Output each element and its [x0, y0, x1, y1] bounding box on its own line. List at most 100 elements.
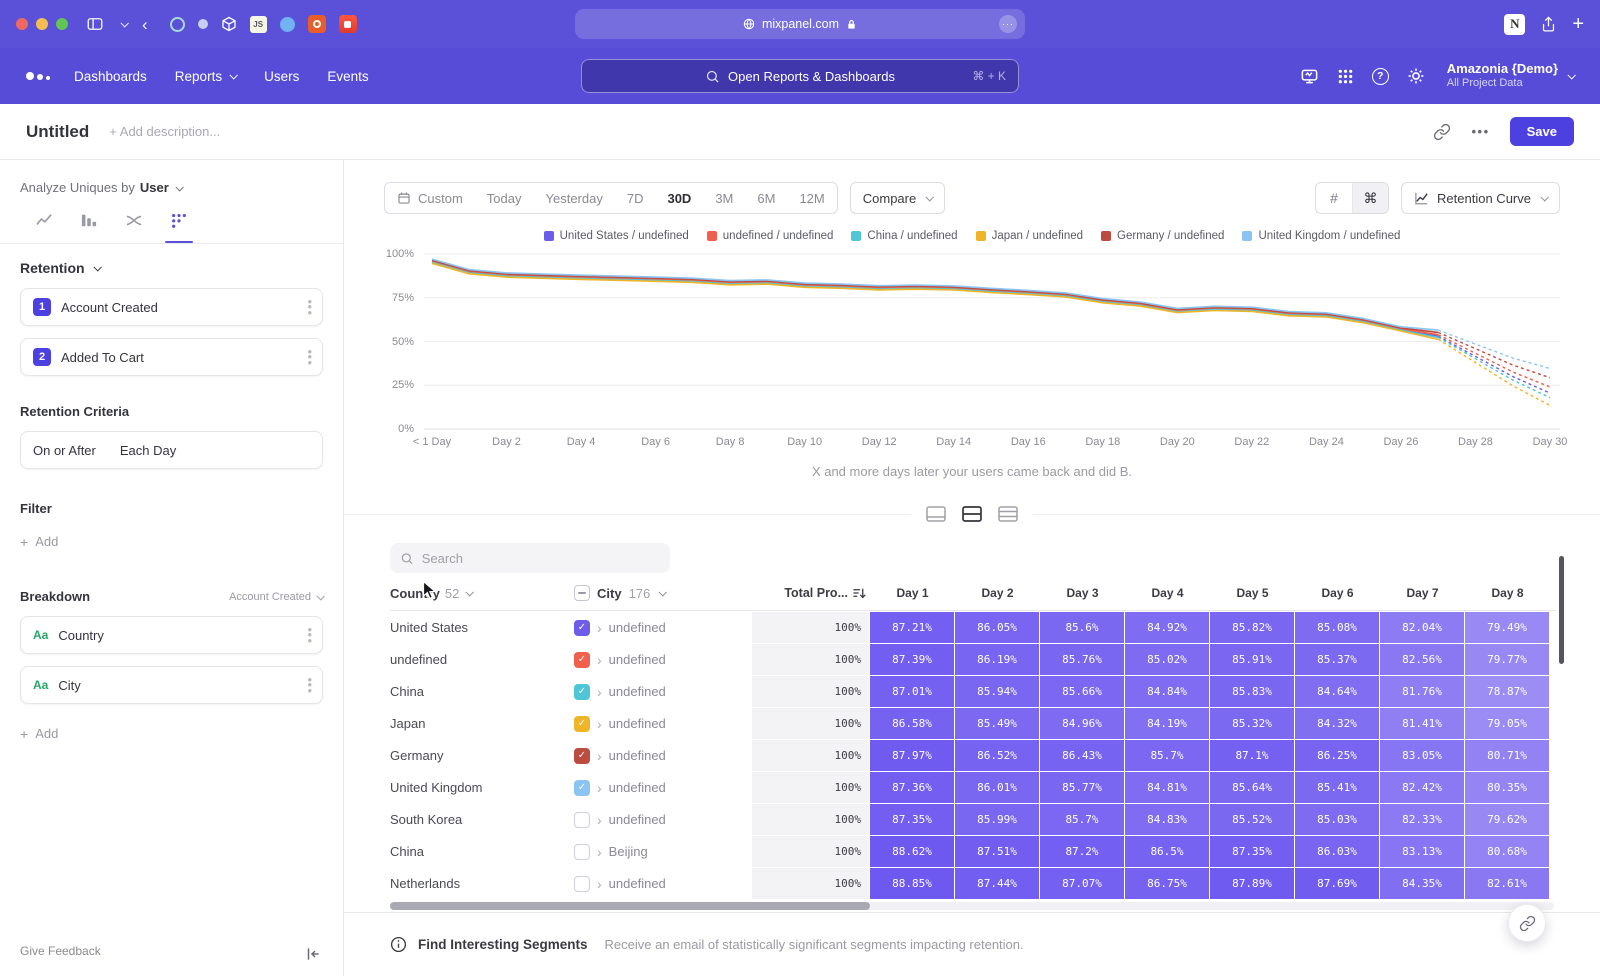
retention-day-cell[interactable]: 79.77% — [1465, 644, 1549, 675]
tab-insights-icon[interactable] — [34, 211, 54, 229]
table-row[interactable]: South Korea›undefined100%87.35%85.99%85.… — [390, 804, 1600, 835]
retention-day-cell[interactable]: 86.05% — [955, 612, 1039, 643]
date-range-today[interactable]: Today — [475, 183, 534, 213]
retention-day-cell[interactable]: 82.61% — [1465, 868, 1549, 899]
retention-day-cell[interactable]: 85.02% — [1125, 644, 1209, 675]
breakdown-item-country[interactable]: Aa Country ••• — [20, 616, 323, 654]
horizontal-scrollbar[interactable] — [390, 902, 1554, 910]
legend-item[interactable]: undefined / undefined — [707, 230, 834, 242]
row-checkbox[interactable]: ✓ — [574, 620, 590, 636]
retention-day-cell[interactable]: 84.83% — [1125, 804, 1209, 835]
retention-day-cell[interactable]: 87.2% — [1040, 836, 1124, 867]
expand-row-chevron[interactable]: › — [597, 877, 602, 891]
retention-day-cell[interactable]: 84.84% — [1125, 676, 1209, 707]
extension-icon[interactable] — [170, 17, 185, 32]
retention-day-cell[interactable]: 85.83% — [1210, 676, 1294, 707]
view-table-only-icon[interactable] — [998, 506, 1018, 522]
retention-day-cell[interactable]: 85.32% — [1210, 708, 1294, 739]
day-column-header[interactable]: Day 1 — [870, 586, 955, 600]
breakdown-options-icon[interactable]: ••• — [307, 677, 312, 693]
add-breakdown-button[interactable]: + Add — [20, 726, 323, 741]
url-more-icon[interactable]: ··· — [999, 15, 1017, 33]
retention-day-cell[interactable]: 87.44% — [955, 868, 1039, 899]
retention-day-cell[interactable]: 85.08% — [1295, 612, 1379, 643]
date-range-12m[interactable]: 12M — [787, 183, 836, 213]
retention-day-cell[interactable]: 86.58% — [870, 708, 954, 739]
table-row[interactable]: China✓›undefined100%87.01%85.94%85.66%84… — [390, 676, 1600, 707]
breakdown-item-city[interactable]: Aa City ••• — [20, 666, 323, 704]
table-row[interactable]: undefined✓›undefined100%87.39%86.19%85.7… — [390, 644, 1600, 675]
page-title[interactable]: Untitled — [26, 122, 89, 142]
table-row[interactable]: United States✓›undefined100%87.21%86.05%… — [390, 612, 1600, 643]
table-row[interactable]: China›Beijing100%88.62%87.51%87.2%86.5%8… — [390, 836, 1600, 867]
retention-day-cell[interactable]: 78.87% — [1465, 676, 1549, 707]
retention-day-cell[interactable]: 85.77% — [1040, 772, 1124, 803]
share-link-floating-button[interactable] — [1508, 904, 1546, 942]
retention-day-cell[interactable]: 84.81% — [1125, 772, 1209, 803]
retention-day-cell[interactable]: 81.41% — [1380, 708, 1464, 739]
date-range-custom[interactable]: Custom — [385, 183, 475, 213]
retention-day-cell[interactable]: 87.36% — [870, 772, 954, 803]
address-bar[interactable]: mixpanel.com ··· — [575, 9, 1025, 39]
retention-day-cell[interactable]: 87.97% — [870, 740, 954, 771]
retention-day-cell[interactable]: 85.6% — [1040, 612, 1124, 643]
retention-day-cell[interactable]: 82.56% — [1380, 644, 1464, 675]
retention-day-cell[interactable]: 85.99% — [955, 804, 1039, 835]
date-range-3m[interactable]: 3M — [703, 183, 745, 213]
hash-icon[interactable]: # — [1316, 183, 1352, 213]
expand-row-chevron[interactable]: › — [597, 749, 602, 763]
expand-row-chevron[interactable]: › — [597, 717, 602, 731]
day-column-header[interactable]: Day 5 — [1210, 586, 1295, 600]
retention-day-cell[interactable]: 87.21% — [870, 612, 954, 643]
row-checkbox[interactable] — [574, 812, 590, 828]
retention-day-cell[interactable]: 85.66% — [1040, 676, 1124, 707]
retention-day-cell[interactable]: 87.69% — [1295, 868, 1379, 899]
day-column-header[interactable]: Day 3 — [1040, 586, 1125, 600]
analyze-entity-dropdown[interactable]: User — [140, 180, 169, 195]
legend-item[interactable]: China / undefined — [851, 230, 957, 242]
retention-day-cell[interactable]: 81.76% — [1380, 676, 1464, 707]
nav-item-dashboards[interactable]: Dashboards — [74, 69, 147, 84]
compare-button[interactable]: Compare — [850, 182, 945, 214]
view-split-icon[interactable] — [962, 506, 982, 522]
table-search[interactable] — [390, 543, 670, 573]
retention-day-cell[interactable]: 87.07% — [1040, 868, 1124, 899]
legend-item[interactable]: United States / undefined — [544, 230, 689, 242]
copy-link-icon[interactable] — [1433, 123, 1451, 141]
retention-day-cell[interactable]: 84.35% — [1380, 868, 1464, 899]
help-icon[interactable]: ? — [1372, 68, 1389, 85]
retention-day-cell[interactable]: 86.03% — [1295, 836, 1379, 867]
retention-day-cell[interactable]: 83.05% — [1380, 740, 1464, 771]
retention-day-cell[interactable]: 85.49% — [955, 708, 1039, 739]
day-column-header[interactable]: Day 8 — [1465, 586, 1550, 600]
criteria-condition-dropdown[interactable]: On or After — [33, 443, 96, 458]
retention-day-cell[interactable]: 86.19% — [955, 644, 1039, 675]
retention-day-cell[interactable]: 88.85% — [870, 868, 954, 899]
retention-day-cell[interactable]: 84.96% — [1040, 708, 1124, 739]
retention-day-cell[interactable]: 86.52% — [955, 740, 1039, 771]
retention-day-cell[interactable]: 82.33% — [1380, 804, 1464, 835]
retention-day-cell[interactable]: 87.35% — [1210, 836, 1294, 867]
extension-icon[interactable] — [339, 15, 357, 33]
criteria-frequency-dropdown[interactable]: Each Day — [120, 443, 176, 458]
segments-footer-title[interactable]: Find Interesting Segments — [418, 937, 588, 952]
expand-row-chevron[interactable]: › — [597, 845, 602, 859]
expand-row-chevron[interactable]: › — [597, 685, 602, 699]
extension-icon[interactable] — [308, 15, 326, 33]
tab-retention-icon[interactable] — [169, 211, 189, 229]
retention-day-cell[interactable]: 87.35% — [870, 804, 954, 835]
share-icon[interactable] — [1540, 16, 1557, 33]
back-icon[interactable]: ‹ — [142, 16, 148, 33]
chevron-down-icon[interactable] — [120, 19, 128, 27]
retention-day-cell[interactable]: 85.37% — [1295, 644, 1379, 675]
tab-funnels-icon[interactable] — [79, 211, 99, 229]
row-checkbox[interactable]: ✓ — [574, 780, 590, 796]
extension-cube-icon[interactable] — [221, 16, 237, 32]
give-feedback-link[interactable]: Give Feedback — [20, 944, 101, 958]
breakdown-scope-dropdown[interactable]: Account Created — [229, 591, 323, 603]
row-checkbox[interactable]: ✓ — [574, 748, 590, 764]
retention-day-cell[interactable]: 85.76% — [1040, 644, 1124, 675]
date-range-yesterday[interactable]: Yesterday — [534, 183, 615, 213]
table-row[interactable]: Japan✓›undefined100%86.58%85.49%84.96%84… — [390, 708, 1600, 739]
row-checkbox[interactable] — [574, 844, 590, 860]
